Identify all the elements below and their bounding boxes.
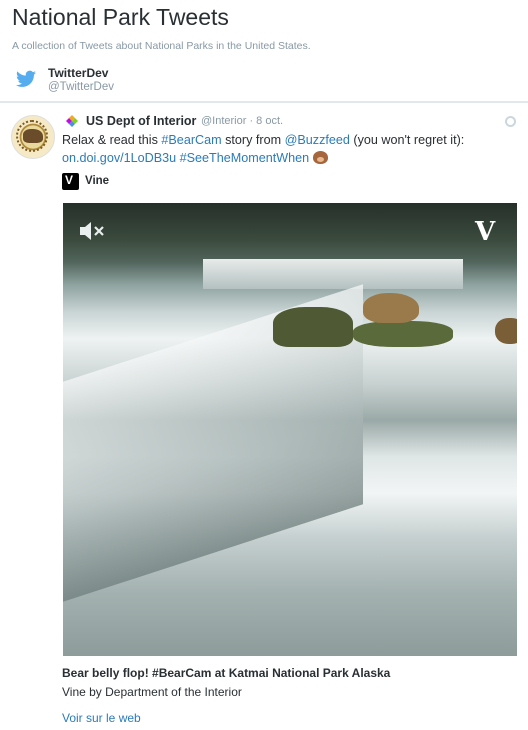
bison-icon — [23, 129, 43, 143]
vine-video[interactable]: V — [63, 203, 517, 656]
mute-icon[interactable] — [80, 221, 106, 241]
hashtag-link[interactable]: #BearCam — [161, 133, 221, 147]
curator-handle[interactable]: @TwitterDev — [48, 81, 114, 93]
rock — [273, 307, 353, 347]
view-on-web-link[interactable]: Voir sur le web — [62, 711, 141, 725]
tweet: US Dept of Interior @Interior · 8 oct. R… — [0, 103, 528, 730]
pin-icon — [66, 115, 78, 127]
tweet-text-part: (you won't regret it): — [349, 133, 465, 147]
card-subtitle: Vine by Department of the Interior — [62, 685, 242, 699]
vine-v-icon[interactable]: V — [475, 217, 495, 247]
mention-link[interactable]: @Buzzfeed — [285, 133, 350, 147]
timeline-description: A collection of Tweets about National Pa… — [12, 40, 311, 52]
avatar[interactable] — [11, 115, 55, 159]
page-title: National Park Tweets — [12, 4, 229, 30]
url-link[interactable]: on.doi.gov/1LoDB3u — [62, 151, 176, 165]
media-source-label[interactable]: Vine — [85, 175, 109, 187]
bear — [495, 318, 517, 344]
bear-emoji-icon — [312, 151, 328, 164]
tweet-text-part: story from — [221, 133, 285, 147]
twitter-bird-icon — [16, 70, 36, 87]
tweet-text-part: Relax & read this — [62, 133, 162, 147]
hashtag-link[interactable]: #SeeTheMomentWhen — [180, 151, 310, 165]
author-meta[interactable]: @Interior · 8 oct. — [201, 115, 283, 127]
vine-logo-icon: V — [62, 173, 79, 190]
timeline-header: National Park Tweets A collection of Twe… — [0, 0, 528, 103]
waterfall-upper — [203, 259, 463, 289]
tweet-text: Relax & read this #BearCam story from @B… — [62, 131, 512, 167]
card-title[interactable]: Bear belly flop! #BearCam at Katmai Nati… — [62, 666, 390, 680]
bear — [363, 293, 419, 323]
rock — [353, 321, 453, 347]
author-name[interactable]: US Dept of Interior — [86, 114, 196, 128]
curator-name[interactable]: TwitterDev — [48, 66, 108, 80]
twitter-logo-icon[interactable] — [505, 116, 516, 127]
